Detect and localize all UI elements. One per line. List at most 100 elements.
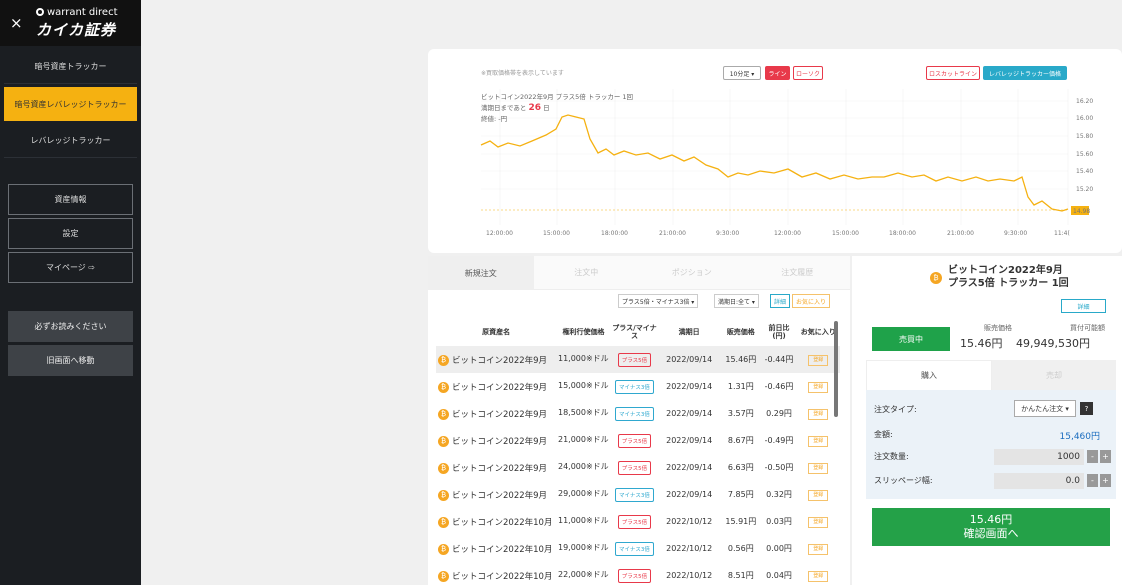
favorite-register-button[interactable]: 登録 bbox=[808, 489, 829, 501]
cell-change: 0.00円 bbox=[766, 544, 792, 553]
cell-change: 0.03円 bbox=[766, 517, 792, 526]
tab-buy[interactable]: 購入 bbox=[866, 360, 992, 390]
favorite-register-button[interactable]: 登録 bbox=[808, 381, 829, 393]
cell-expiry: 2022/09/14 bbox=[658, 346, 721, 373]
bitcoin-icon: ₿ bbox=[438, 408, 449, 420]
tab-sell[interactable]: 売却 bbox=[992, 360, 1116, 390]
sidebar-header: × warrant direct カイカ証券 bbox=[0, 0, 141, 46]
favorite-register-button[interactable]: 登録 bbox=[808, 435, 829, 447]
nav-must-read[interactable]: 必ずお読みください bbox=[8, 311, 133, 342]
losscut-line-button[interactable]: ロスカットライン bbox=[926, 66, 980, 80]
table-row[interactable]: ₿ ビットコイン2022年9月 11,000※ドル プラス5倍 2022/09/14 15… bbox=[436, 346, 840, 373]
table-row[interactable]: ₿ ビットコイン2022年10月 22,000※ドル プラス5倍 2022/10/12 8… bbox=[436, 562, 840, 585]
logo: warrant direct カイカ証券 bbox=[36, 7, 118, 40]
cell-plus-minus: マイナス3倍 bbox=[611, 535, 659, 562]
tab-positions[interactable]: ポジション bbox=[639, 256, 745, 290]
cell-favorite: 登録 bbox=[797, 481, 840, 508]
table-row[interactable]: ₿ ビットコイン2022年10月 11,000※ドル プラス5倍 2022/10/12 1… bbox=[436, 508, 840, 535]
help-icon[interactable]: ? bbox=[1080, 402, 1093, 415]
quantity-label: 注文数量: bbox=[874, 452, 909, 461]
favorite-register-button[interactable]: 登録 bbox=[808, 570, 829, 582]
price-chart-card: 16.20 16.00 15.80 15.60 15.40 15.20 12:00:00 1… bbox=[428, 49, 1122, 253]
tracker-price-button[interactable]: レバレッジトラッカー価格 bbox=[983, 66, 1067, 80]
x-tick-label: 11:4( bbox=[1054, 230, 1070, 237]
cell-strike: 22,000※ドル bbox=[557, 570, 609, 580]
cell-plus-minus: マイナス3倍 bbox=[611, 373, 659, 400]
order-tabs: 新規注文 注文中 ポジション 注文履歴 bbox=[428, 256, 850, 290]
cell-plus-minus: マイナス3倍 bbox=[611, 481, 659, 508]
leverage-badge: マイナス3倍 bbox=[614, 406, 654, 421]
cell-change: -0.44円 bbox=[761, 346, 797, 373]
interval-select[interactable]: 10分足 ▾ bbox=[723, 66, 761, 80]
quantity-input[interactable]: 1000 bbox=[994, 449, 1084, 465]
cell-strike: 11,000※ドル bbox=[557, 516, 609, 526]
table-row[interactable]: ₿ ビットコイン2022年9月 29,000※ドル マイナス3倍 2022/09/14 7… bbox=[436, 481, 840, 508]
favorite-register-button[interactable]: 登録 bbox=[808, 408, 829, 420]
cell-price: 15.46円 bbox=[720, 346, 762, 373]
tab-pending-orders[interactable]: 注文中 bbox=[533, 256, 639, 290]
order-panel: 新規注文 注文中 ポジション 注文履歴 プラス5倍・マイナス3倍 ▾ 満期日:全… bbox=[428, 256, 850, 585]
tab-order-history[interactable]: 注文履歴 bbox=[744, 256, 850, 290]
table-row[interactable]: ₿ ビットコイン2022年9月 18,500※ドル マイナス3倍 2022/09/14 3… bbox=[436, 400, 840, 427]
nav-old-screen[interactable]: 旧画面へ移動 bbox=[8, 345, 133, 376]
cell-name: ₿ ビットコイン2022年9月 bbox=[436, 400, 556, 427]
confirm-label: 確認画面へ bbox=[963, 527, 1019, 540]
col-change: 前日比 (円) bbox=[768, 323, 790, 340]
slippage-label: スリッページ幅: bbox=[874, 476, 933, 485]
nav-crypto-tracker[interactable]: 暗号資産トラッカー bbox=[4, 50, 137, 84]
type-filter-select[interactable]: プラス5倍・マイナス3倍 ▾ bbox=[618, 294, 699, 308]
table-row[interactable]: ₿ ビットコイン2022年9月 24,000※ドル プラス5倍 2022/09/14 6.… bbox=[436, 454, 840, 481]
cell-expiry: 2022/09/14 bbox=[666, 409, 713, 418]
detail-button[interactable]: 詳細 bbox=[770, 294, 791, 308]
candle-chart-button[interactable]: ローソク bbox=[793, 66, 823, 80]
slippage-increment-button[interactable]: + bbox=[1100, 474, 1111, 487]
line-chart-button[interactable]: ライン bbox=[765, 66, 790, 80]
x-tick-label: 21:00:00 bbox=[659, 230, 686, 237]
table-row[interactable]: ₿ ビットコイン2022年9月 21,000※ドル プラス5倍 2022/09/14 8.… bbox=[436, 427, 840, 454]
nav-crypto-leverage-tracker[interactable]: 暗号資産レバレッジトラッカー bbox=[4, 87, 137, 121]
cell-expiry: 2022/09/14 bbox=[666, 490, 713, 499]
favorites-button[interactable]: お気に入り bbox=[792, 294, 831, 308]
cell-name: ₿ ビットコイン2022年9月 bbox=[436, 427, 556, 454]
favorite-register-button[interactable]: 登録 bbox=[808, 516, 829, 528]
slippage-input[interactable]: 0.0 bbox=[994, 473, 1084, 489]
favorite-register-button[interactable]: 登録 bbox=[808, 354, 829, 366]
nav-leverage-tracker[interactable]: レバレッジトラッカー bbox=[4, 124, 137, 158]
cell-plus-minus: プラス5倍 bbox=[610, 346, 659, 373]
favorite-register-button[interactable]: 登録 bbox=[808, 462, 829, 474]
slippage-decrement-button[interactable]: - bbox=[1087, 474, 1098, 487]
chart-x-axis: 12:00:00 15:00:00 18:00:00 21:00:00 9:30:00 1… bbox=[486, 230, 1070, 237]
nav-settings[interactable]: 設定 bbox=[8, 218, 133, 249]
order-type-select[interactable]: かんたん注文 ▾ bbox=[1014, 400, 1076, 417]
table-row[interactable]: ₿ ビットコイン2022年9月 15,000※ドル マイナス3倍 2022/09/14 1… bbox=[436, 373, 840, 400]
table-scrollbar[interactable] bbox=[834, 321, 838, 417]
favorite-register-button[interactable]: 登録 bbox=[808, 543, 829, 555]
y-tick-label: 16.20 bbox=[1076, 98, 1093, 105]
cell-change: 0.32円 bbox=[766, 490, 792, 499]
product-detail-button[interactable]: 詳細 bbox=[1061, 299, 1106, 313]
cell-name: ₿ ビットコイン2022年9月 bbox=[436, 481, 556, 508]
tab-new-order[interactable]: 新規注文 bbox=[428, 256, 534, 290]
expiry-filter-select[interactable]: 満期日:全て ▾ bbox=[714, 294, 759, 308]
cell-favorite: 登録 bbox=[797, 535, 840, 562]
quantity-decrement-button[interactable]: - bbox=[1087, 450, 1098, 463]
nav-mypage[interactable]: マイページ ⇨ bbox=[8, 252, 133, 283]
table-row[interactable]: ₿ ビットコイン2022年10月 19,000※ドル マイナス3倍 2022/10/12… bbox=[436, 535, 840, 562]
col-name: 原資産名 bbox=[482, 327, 511, 336]
x-tick-label: 15:00:00 bbox=[832, 230, 859, 237]
cell-price: 15.91円 bbox=[725, 517, 757, 526]
bitcoin-icon: ₿ bbox=[438, 354, 449, 366]
bitcoin-icon: ₿ bbox=[438, 435, 449, 447]
cell-change: -0.49円 bbox=[764, 436, 794, 445]
order-type-label: 注文タイプ: bbox=[874, 405, 917, 414]
cell-strike: 24,000※ドル bbox=[557, 462, 609, 472]
bitcoin-icon: ₿ bbox=[438, 381, 449, 393]
confirm-button[interactable]: 15.46円 確認画面へ bbox=[872, 508, 1110, 546]
col-expiry: 満期日 bbox=[678, 327, 700, 336]
nav-asset-info[interactable]: 資産情報 bbox=[8, 184, 133, 215]
cell-strike: 21,000※ドル bbox=[557, 435, 609, 445]
x-tick-label: 21:00:00 bbox=[947, 230, 974, 237]
close-icon[interactable]: × bbox=[10, 14, 26, 32]
cell-name: ₿ ビットコイン2022年10月 bbox=[436, 508, 556, 535]
quantity-increment-button[interactable]: + bbox=[1100, 450, 1111, 463]
